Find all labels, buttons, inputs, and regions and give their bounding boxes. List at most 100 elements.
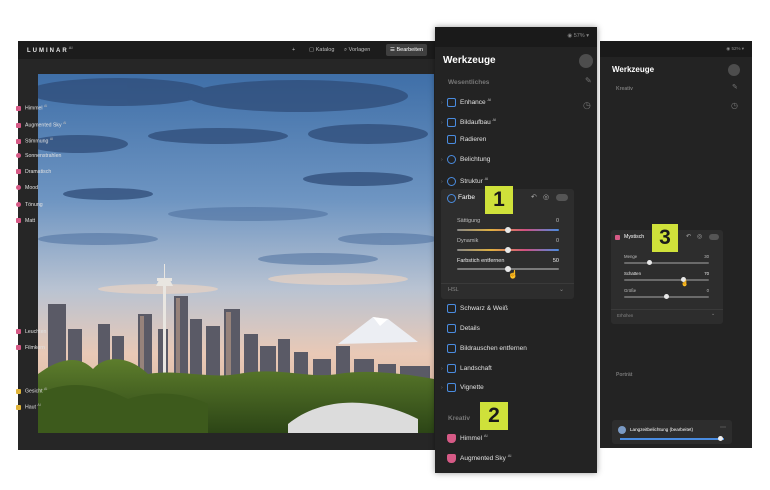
tool-item-vignette[interactable]: › Vignette [441,380,484,396]
tool-item-schwarz-weiss[interactable]: Schwarz & Weiß [441,301,508,317]
panel2-item-filmkorn[interactable]: Filmkorn [16,341,45,356]
add-button[interactable]: + [288,44,299,56]
tool-item-radieren[interactable]: Radieren [441,132,486,148]
slider-label-dynamik: Dynamik [457,238,479,244]
callout-badge-3: 3 [652,224,678,252]
dramatic-icon [16,169,21,175]
tool-item-augmented-sky[interactable]: Augmented Sky AI [441,448,511,464]
chevron-down-icon[interactable]: ⌄ [559,286,564,293]
slider-label-saettigung: Sättigung [457,218,481,224]
face-icon [16,388,21,394]
slider-label-farbstich: Farbstich entfernen [457,258,505,264]
slider-value-schatten: 70 [704,271,709,276]
panel2-title: Werkzeuge [612,65,655,74]
slider-value-menge: 30 [704,254,709,259]
catalog-icon: ▢ [309,47,316,53]
undo-icon[interactable]: ↶ [686,233,691,240]
undo-icon[interactable]: ↶ [531,193,537,201]
chevron-down-icon[interactable]: ⌄ [711,311,715,317]
bw-icon [447,303,456,313]
panel-title: Werkzeuge [443,55,496,66]
top-toolbar: LUMINARAI + ▢ Katalog ⌕ Vorlagen ☰ Bearb… [18,41,437,59]
noise-icon [447,343,456,353]
app-logo: LUMINARAI [27,45,73,54]
structure-icon [447,176,456,186]
vignette-icon [447,382,456,392]
panel2-zoom-status[interactable]: ◉ 52% ▾ [726,46,744,52]
slider-label-schatten: Schatten [624,271,641,276]
photo-canvas[interactable] [38,74,434,433]
presets-button[interactable]: ⌕ Vorlagen [340,44,374,56]
edit-button[interactable]: ☰ Bearbeiten [386,44,428,56]
slider-label-groesse: Größe [624,288,637,293]
tool-item-bildrauschen[interactable]: Bildrauschen entfernen [441,341,527,357]
tool-item-bildaufbau[interactable]: › Bildaufbau AI [441,112,496,128]
reset-icon[interactable]: ◎ [697,233,702,240]
slider-track-menge[interactable] [624,262,709,264]
details-icon [447,323,456,333]
zoom-status[interactable]: ◉ 57% ▾ [567,33,589,39]
enhance-icon [447,97,456,107]
slider-track-schatten[interactable] [624,279,709,281]
section-creative: Kreativ [448,415,471,422]
visibility-toggle[interactable] [556,194,568,201]
reset-icon[interactable]: ◎ [543,193,549,201]
panel2-section-creative: Kreativ [616,86,633,92]
slider-knob-saettigung[interactable] [505,227,511,233]
panel2-item-dramatisch[interactable]: Dramatisch [16,165,51,180]
history-icon[interactable]: ◷ [583,100,593,110]
section-essentials: Wesentliches [448,79,490,86]
mood-circle-icon [16,185,21,191]
panel2-item-gesicht[interactable]: Gesicht AI [16,382,47,397]
tools-toggle-icon[interactable] [728,64,740,76]
bottom-preset-card[interactable]: Langzeitbelichtung (bearbeitet) ⋯ [612,420,732,444]
panel2-item-haut[interactable]: Haut AI [16,398,41,413]
slider-value-groesse: 0 [706,288,709,293]
tool-item-details[interactable]: Details [441,321,480,337]
callout-badge-2: 2 [480,402,508,430]
tools-toggle-icon[interactable] [579,54,593,68]
panel2-item-augmented-sky[interactable]: Augmented Sky AI [16,116,66,131]
preset-thumbnail [618,426,626,434]
more-icon[interactable]: ⋯ [720,424,726,431]
slider-knob-groesse[interactable] [664,294,669,299]
tool-item-enhance[interactable]: › Enhance AI [441,92,491,108]
slider-value-dynamik: 0 [555,238,559,244]
grain-icon [16,345,21,351]
toning-icon [16,202,21,208]
slider-knob-dynamik[interactable] [505,247,511,253]
slider-knob-menge[interactable] [647,260,652,265]
cloud-icon [16,122,21,128]
sunrays-icon [16,153,21,159]
callout-badge-1: 1 [485,186,513,214]
seattle-skyline-photo [38,74,434,433]
panel2-item-sonnenstrahlen[interactable]: Sonnenstrahlen [16,149,61,164]
panel2-item-leuchten[interactable]: Leuchten [16,325,46,340]
mystic-icon [615,235,620,240]
preset-slider-track[interactable] [620,438,724,440]
more-label[interactable]: Erhöhen [617,313,633,318]
tool-item-struktur[interactable]: › Struktur AI [441,171,488,187]
brush-icon[interactable]: ✎ [585,77,593,85]
panel2-item-matt[interactable]: Matt [16,214,35,229]
cloud-icon [447,453,456,463]
panel2-item-stimmung[interactable]: Stimmung AI [16,132,53,147]
panel2-item-himmel[interactable]: Himmel AI [16,99,47,114]
tool-item-himmel[interactable]: Himmel AI [441,428,488,444]
history-icon[interactable]: ◷ [731,101,738,110]
preset-label: Langzeitbelichtung (bearbeitet) [630,427,694,432]
catalog-button[interactable]: ▢ Katalog [305,44,338,56]
matte-icon [16,218,21,224]
crop-icon [447,117,456,127]
preset-slider-knob[interactable] [718,436,723,441]
visibility-toggle[interactable] [709,234,719,240]
panel2-item-toenung[interactable]: Tönung [16,198,43,213]
panel2-item-mood[interactable]: Mood [16,181,38,196]
tool-item-belichtung[interactable]: › Belichtung [441,152,490,168]
divider [611,309,723,310]
panel-header-bar: ◉ 57% ▾ [435,27,597,47]
glow-icon [16,329,21,335]
brush-icon[interactable]: ✎ [732,83,738,91]
tool-item-landschaft[interactable]: › Landschaft [441,361,492,377]
hsl-label[interactable]: HSL [448,287,459,293]
